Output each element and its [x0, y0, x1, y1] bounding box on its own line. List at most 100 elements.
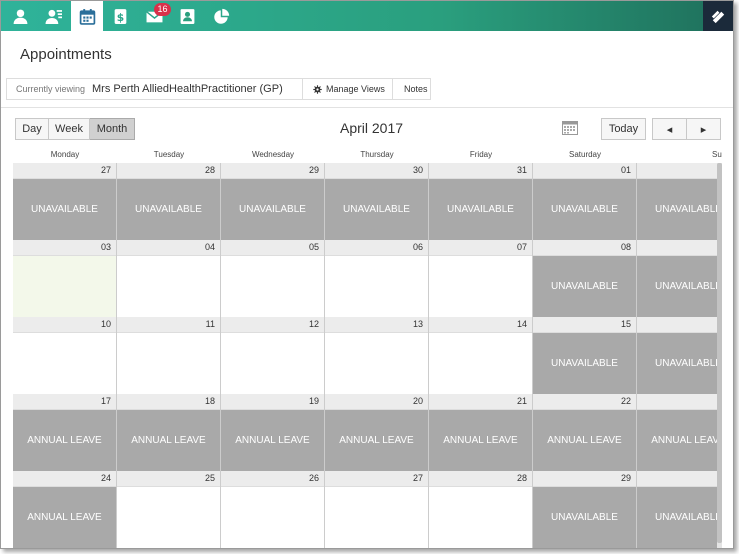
- day-cell[interactable]: 22 ANNUAL LEAVE: [533, 394, 637, 471]
- month-view-button[interactable]: Month: [90, 118, 135, 140]
- day-number: 22: [533, 394, 636, 410]
- unavailable-block[interactable]: UNAVAILABLE: [533, 333, 636, 394]
- day-cell[interactable]: 03: [13, 240, 117, 317]
- unavailable-block[interactable]: UNAVAILABLE: [117, 179, 220, 240]
- date-picker-icon[interactable]: [562, 120, 578, 135]
- day-cell[interactable]: 05: [221, 240, 325, 317]
- dow-wednesday: Wednesday: [251, 150, 295, 159]
- unavailable-block[interactable]: UNAVAILABLE: [533, 487, 636, 548]
- nav-appointments[interactable]: [71, 1, 103, 31]
- day-cell[interactable]: 15 UNAVAILABLE: [533, 317, 637, 394]
- day-cell[interactable]: 25: [117, 471, 221, 548]
- nav-messages[interactable]: 16: [138, 1, 171, 31]
- unavailable-block[interactable]: UNAVAILABLE: [533, 179, 636, 240]
- empty-day-slot[interactable]: [325, 333, 428, 394]
- day-cell[interactable]: 18 ANNUAL LEAVE: [117, 394, 221, 471]
- nav-contacts[interactable]: [37, 1, 69, 31]
- empty-day-slot[interactable]: [221, 487, 324, 548]
- empty-day-slot[interactable]: [325, 487, 428, 548]
- address-book-icon: [180, 8, 194, 24]
- day-cell[interactable]: 26: [221, 471, 325, 548]
- day-cell[interactable]: 31 UNAVAILABLE: [429, 163, 533, 240]
- practitioner-selector[interactable]: Mrs Perth AlliedHealthPractitioner (GP): [89, 83, 302, 95]
- unavailable-block[interactable]: UNAVAILABLE: [637, 256, 718, 317]
- today-slot[interactable]: [13, 256, 116, 317]
- manage-views-button[interactable]: Manage Views: [302, 79, 392, 99]
- day-cell[interactable]: 21 ANNUAL LEAVE: [429, 394, 533, 471]
- day-number: 28: [429, 471, 532, 487]
- day-cell[interactable]: 17 ANNUAL LEAVE: [13, 394, 117, 471]
- nav-reports[interactable]: [205, 1, 237, 31]
- day-number: 29: [533, 471, 636, 487]
- day-cell[interactable]: 07: [429, 240, 533, 317]
- annual-leave-block[interactable]: ANNUAL LEAVE: [533, 410, 636, 471]
- day-cell[interactable]: 30 UNAVAILABLE: [325, 163, 429, 240]
- unavailable-block[interactable]: UNAVAILABLE: [637, 333, 718, 394]
- nav-address-book[interactable]: [171, 1, 203, 31]
- day-cell[interactable]: 29 UNAVAILABLE: [221, 163, 325, 240]
- day-cell[interactable]: 10: [13, 317, 117, 394]
- unavailable-block[interactable]: UNAVAILABLE: [13, 179, 116, 240]
- week-view-button[interactable]: Week: [49, 118, 90, 140]
- next-period-button[interactable]: ▸: [687, 118, 721, 140]
- notes-button[interactable]: Notes: [392, 79, 430, 99]
- calendar-scrollbar-thumb[interactable]: [717, 163, 722, 543]
- day-cell[interactable]: UNAVAILABLE: [637, 240, 718, 317]
- day-cell[interactable]: 28: [429, 471, 533, 548]
- annual-leave-block[interactable]: ANNUAL LEAVE: [221, 410, 324, 471]
- day-cell[interactable]: 20 ANNUAL LEAVE: [325, 394, 429, 471]
- day-cell[interactable]: 29 UNAVAILABLE: [533, 471, 637, 548]
- day-cell[interactable]: 12: [221, 317, 325, 394]
- dow-tuesday: Tuesday: [153, 150, 185, 159]
- day-cell[interactable]: UNAVAILABLE: [637, 163, 718, 240]
- unavailable-block[interactable]: UNAVAILABLE: [637, 179, 718, 240]
- chevron-left-icon: ◂: [666, 123, 673, 136]
- app-logo-icon: [711, 10, 725, 23]
- unavailable-block[interactable]: UNAVAILABLE: [429, 179, 532, 240]
- nav-billing[interactable]: $: [104, 1, 136, 31]
- today-button[interactable]: Today: [601, 118, 646, 140]
- day-cell[interactable]: 27: [325, 471, 429, 548]
- day-cell[interactable]: 19 ANNUAL LEAVE: [221, 394, 325, 471]
- unavailable-block[interactable]: UNAVAILABLE: [221, 179, 324, 240]
- day-cell[interactable]: UNAVAILABLE: [637, 317, 718, 394]
- annual-leave-block[interactable]: ANNUAL LEAVE: [429, 410, 532, 471]
- empty-day-slot[interactable]: [429, 333, 532, 394]
- day-cell[interactable]: 04: [117, 240, 221, 317]
- day-cell[interactable]: 24 ANNUAL LEAVE: [13, 471, 117, 548]
- empty-day-slot[interactable]: [429, 487, 532, 548]
- day-cell[interactable]: UNAVAILABLE: [637, 471, 718, 548]
- day-cell[interactable]: 27 UNAVAILABLE: [13, 163, 117, 240]
- currently-viewing-label: Currently viewing: [16, 84, 86, 94]
- annual-leave-block[interactable]: ANNUAL LEAVE: [637, 410, 718, 471]
- day-cell[interactable]: 11: [117, 317, 221, 394]
- empty-day-slot[interactable]: [429, 256, 532, 317]
- empty-day-slot[interactable]: [117, 487, 220, 548]
- day-cell[interactable]: 13: [325, 317, 429, 394]
- annual-leave-block[interactable]: ANNUAL LEAVE: [325, 410, 428, 471]
- empty-day-slot[interactable]: [221, 256, 324, 317]
- day-cell[interactable]: 28 UNAVAILABLE: [117, 163, 221, 240]
- annual-leave-block[interactable]: ANNUAL LEAVE: [13, 410, 116, 471]
- day-number: 14: [429, 317, 532, 333]
- nav-patients[interactable]: [4, 1, 36, 31]
- previous-period-button[interactable]: ◂: [652, 118, 687, 140]
- day-number: 10: [13, 317, 116, 333]
- day-cell[interactable]: 01 UNAVAILABLE: [533, 163, 637, 240]
- day-cell[interactable]: 08 UNAVAILABLE: [533, 240, 637, 317]
- app-logo[interactable]: [703, 1, 733, 31]
- empty-day-slot[interactable]: [13, 333, 116, 394]
- day-view-button[interactable]: Day: [15, 118, 49, 140]
- empty-day-slot[interactable]: [117, 256, 220, 317]
- annual-leave-block[interactable]: ANNUAL LEAVE: [117, 410, 220, 471]
- empty-day-slot[interactable]: [221, 333, 324, 394]
- day-cell[interactable]: 14: [429, 317, 533, 394]
- unavailable-block[interactable]: UNAVAILABLE: [325, 179, 428, 240]
- day-cell[interactable]: 06: [325, 240, 429, 317]
- empty-day-slot[interactable]: [117, 333, 220, 394]
- unavailable-block[interactable]: UNAVAILABLE: [533, 256, 636, 317]
- unavailable-block[interactable]: UNAVAILABLE: [637, 487, 718, 548]
- day-cell[interactable]: ANNUAL LEAVE: [637, 394, 718, 471]
- empty-day-slot[interactable]: [325, 256, 428, 317]
- annual-leave-block[interactable]: ANNUAL LEAVE: [13, 487, 116, 548]
